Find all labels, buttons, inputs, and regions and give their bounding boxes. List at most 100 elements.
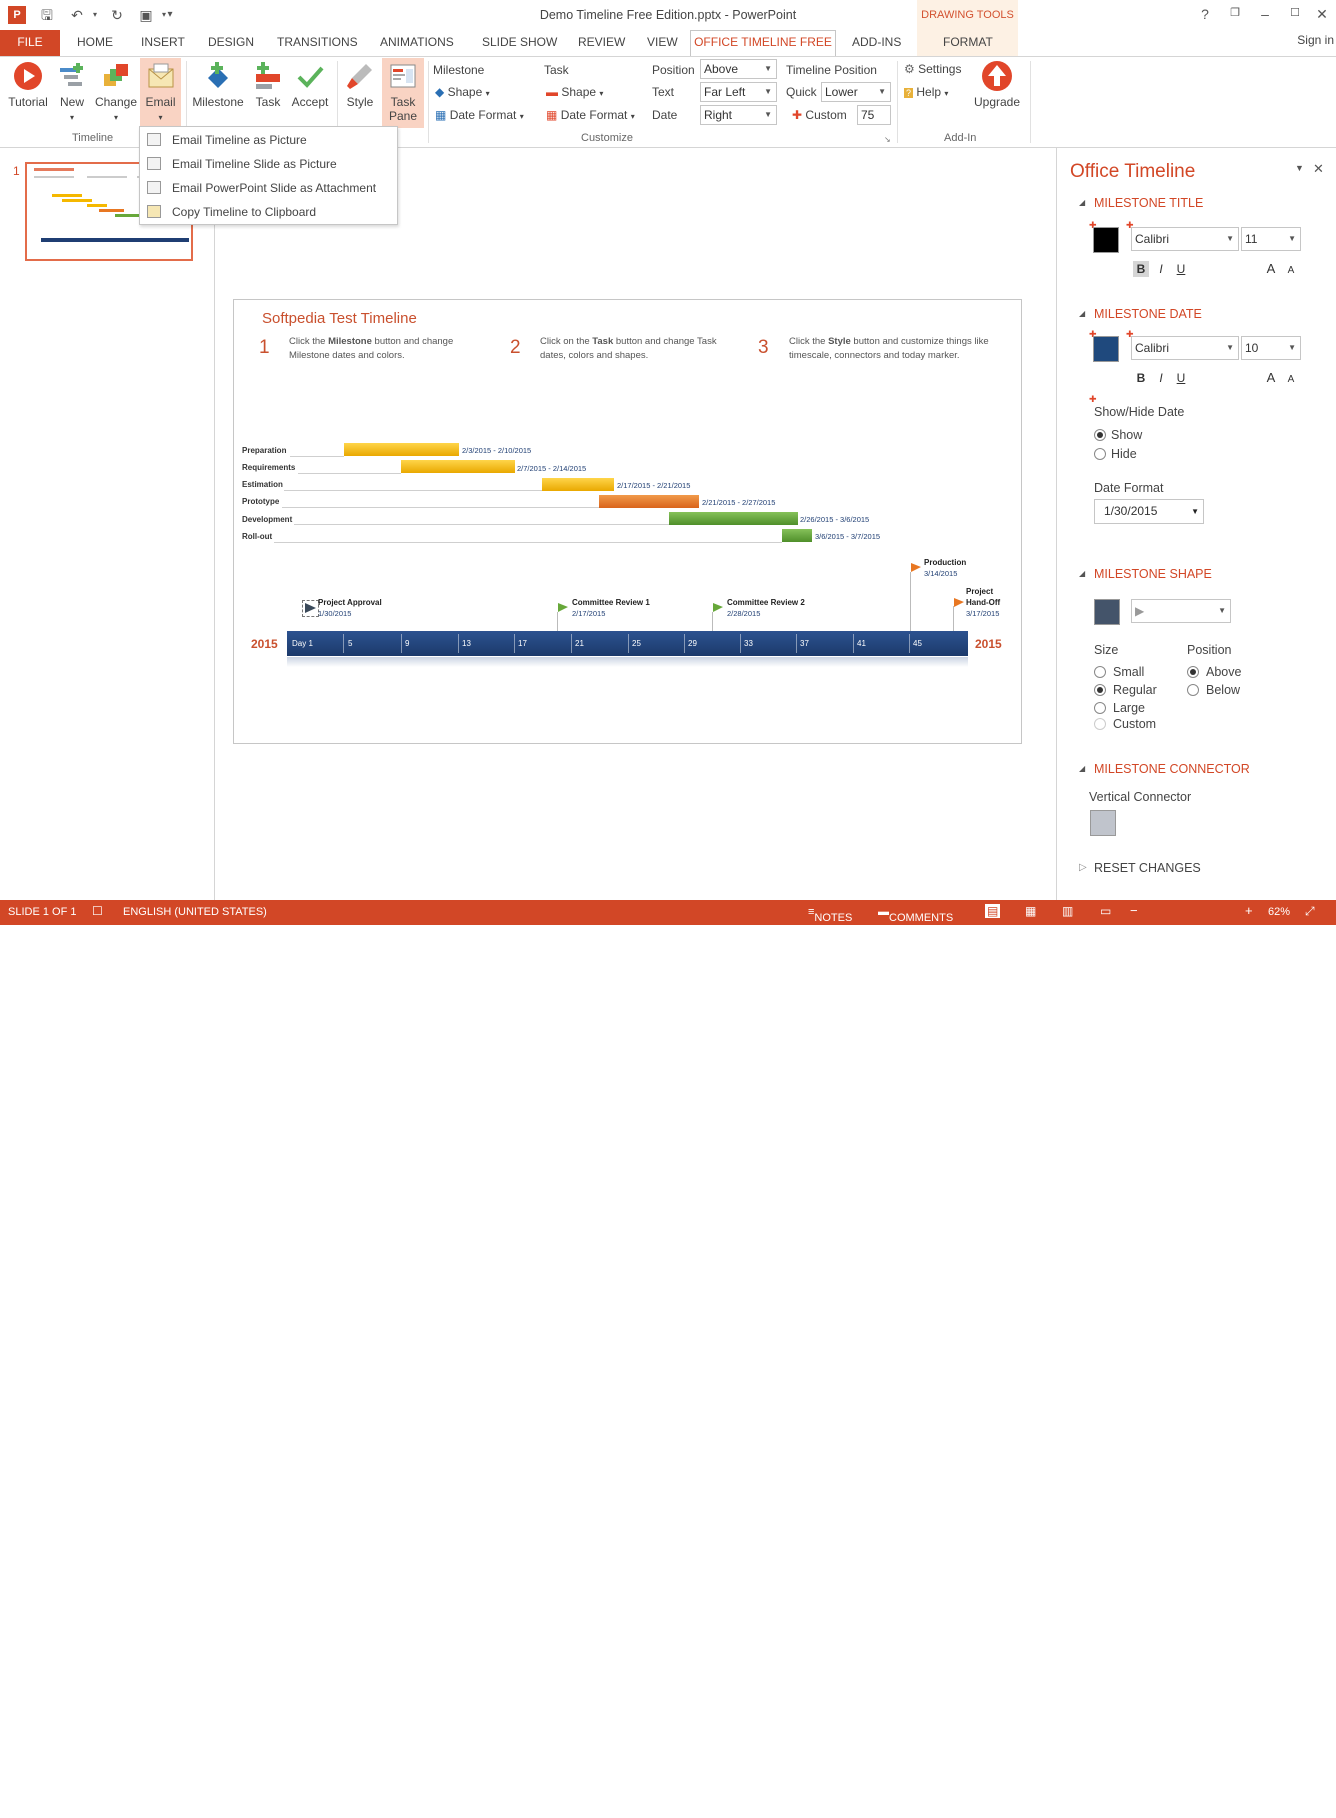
tab-review[interactable]: REVIEW — [578, 35, 625, 49]
ribbon-display-options-icon[interactable]: ❐ — [1225, 6, 1245, 19]
title-size-combo[interactable]: 11 ▼ — [1241, 227, 1301, 251]
fit-slide-icon[interactable]: ⤢ — [1305, 904, 1315, 919]
quick-position-combo[interactable]: Lower ▼ — [821, 82, 891, 102]
tab-animations[interactable]: ANIMATIONS — [380, 35, 454, 49]
task-bar[interactable] — [599, 495, 699, 508]
menu-item-email-slide-picture[interactable]: Email Timeline Slide as Picture — [140, 152, 397, 176]
reading-view-icon[interactable]: ▥ — [1062, 904, 1073, 918]
milestone-flag-icon[interactable] — [712, 602, 724, 614]
date-color-swatch[interactable] — [1093, 336, 1119, 362]
underline-button[interactable]: U — [1173, 370, 1189, 386]
minimize-icon[interactable]: – — [1255, 6, 1275, 22]
style-button[interactable]: Style — [340, 60, 380, 109]
tab-file[interactable]: FILE — [0, 30, 60, 56]
italic-button[interactable]: I — [1153, 261, 1169, 277]
shrink-font-button[interactable]: A — [1283, 372, 1299, 388]
tab-transitions[interactable]: TRANSITIONS — [277, 35, 358, 49]
change-template-button[interactable]: Change ▾ — [92, 60, 140, 123]
bold-button[interactable]: B — [1133, 370, 1149, 386]
spell-check-icon[interactable]: ☐ — [92, 904, 103, 918]
task-shape-button[interactable]: ▬ Shape ▾ — [546, 85, 603, 99]
normal-view-icon[interactable]: ▤ — [985, 904, 1001, 918]
milestone-label[interactable]: Committee Review 1 — [572, 597, 650, 608]
zoom-in-icon[interactable]: + — [1245, 903, 1253, 918]
hide-date-radio[interactable] — [1094, 448, 1106, 460]
add-milestone-button[interactable]: Milestone — [190, 60, 246, 109]
collapse-icon[interactable]: ◢ — [1079, 309, 1085, 318]
custom-position-input[interactable]: 75 — [857, 105, 891, 125]
dialog-launcher-icon[interactable]: ↘ — [884, 135, 891, 144]
milestone-flag-icon[interactable] — [953, 597, 965, 609]
task-label[interactable]: Prototype — [242, 497, 279, 506]
expand-icon[interactable]: ▷ — [1079, 862, 1087, 873]
show-date-radio[interactable] — [1094, 429, 1106, 441]
section-milestone-shape[interactable]: MILESTONE SHAPE — [1094, 567, 1212, 581]
milestone-flag-icon[interactable] — [557, 602, 569, 614]
pane-options-icon[interactable]: ▼ — [1295, 163, 1304, 173]
shape-color-swatch[interactable] — [1094, 599, 1120, 625]
text-position-combo[interactable]: Far Left ▼ — [700, 82, 777, 102]
menu-item-email-timeline-picture[interactable]: Email Timeline as Picture — [140, 128, 397, 152]
task-bar[interactable] — [401, 460, 515, 473]
collapse-icon[interactable]: ◢ — [1079, 198, 1085, 207]
position-combo[interactable]: Above ▼ — [700, 59, 777, 79]
task-bar[interactable] — [782, 529, 812, 542]
zoom-out-icon[interactable]: − — [1130, 903, 1138, 918]
tab-view[interactable]: VIEW — [647, 35, 678, 49]
task-date-format-button[interactable]: ▦ Date Format ▾ — [546, 108, 635, 122]
language-indicator[interactable]: ENGLISH (UNITED STATES) — [123, 906, 267, 918]
zoom-slider-thumb[interactable] — [1170, 1806, 1173, 1818]
collapse-icon[interactable]: ◢ — [1079, 569, 1085, 578]
comments-button[interactable]: ▬ COMMENTS — [878, 906, 953, 924]
section-milestone-title[interactable]: MILESTONE TITLE — [1094, 196, 1203, 210]
shrink-font-button[interactable]: A — [1283, 263, 1299, 279]
title-font-combo[interactable]: Calibri ▼ — [1131, 227, 1239, 251]
close-icon[interactable]: ✕ — [1312, 6, 1332, 23]
date-font-combo[interactable]: Calibri ▼ — [1131, 336, 1239, 360]
zoom-slider-track[interactable] — [1143, 1812, 1240, 1813]
section-milestone-date[interactable]: MILESTONE DATE — [1094, 307, 1202, 321]
task-label[interactable]: Development — [242, 515, 292, 524]
milestone-flag-icon[interactable] — [303, 602, 317, 616]
task-label[interactable]: Preparation — [242, 446, 286, 455]
maximize-icon[interactable]: ☐ — [1285, 6, 1305, 19]
position-below-radio[interactable] — [1187, 684, 1199, 696]
task-label[interactable]: Roll-out — [242, 532, 272, 541]
milestone-label[interactable]: Hand-Off — [966, 597, 1000, 608]
help-menu-button[interactable]: ? Help ▾ — [904, 85, 948, 99]
task-label[interactable]: Requirements — [242, 463, 295, 472]
size-regular-radio[interactable] — [1094, 684, 1106, 696]
zoom-level[interactable]: 62% — [1268, 906, 1290, 918]
underline-button[interactable]: U — [1173, 261, 1189, 277]
notes-button[interactable]: ≡ NOTES — [808, 906, 852, 924]
task-bar[interactable] — [669, 512, 798, 525]
section-milestone-connector[interactable]: MILESTONE CONNECTOR — [1094, 762, 1250, 776]
milestone-flag-icon[interactable] — [910, 562, 922, 574]
position-above-radio[interactable] — [1187, 666, 1199, 678]
settings-button[interactable]: ⚙ Settings — [904, 62, 961, 76]
connector-color-swatch[interactable] — [1090, 810, 1116, 836]
milestone-label[interactable]: Production — [924, 557, 966, 568]
slide-indicator[interactable]: SLIDE 1 OF 1 — [8, 906, 76, 918]
reset-changes-button[interactable]: RESET CHANGES — [1094, 861, 1201, 875]
grow-font-button[interactable]: A — [1263, 261, 1279, 277]
tab-format[interactable]: FORMAT — [943, 35, 993, 49]
pane-close-icon[interactable]: ✕ — [1313, 161, 1324, 177]
tab-slide-show[interactable]: SLIDE SHOW — [482, 35, 557, 49]
size-large-radio[interactable] — [1094, 702, 1106, 714]
slide-title[interactable]: Softpedia Test Timeline — [262, 310, 417, 327]
shape-style-combo[interactable]: ▶ ▼ — [1131, 599, 1231, 623]
slideshow-view-icon[interactable]: ▭ — [1100, 904, 1111, 918]
title-color-swatch[interactable] — [1093, 227, 1119, 253]
tab-add-ins[interactable]: ADD-INS — [852, 35, 901, 49]
size-custom-radio[interactable] — [1094, 718, 1106, 730]
slide-canvas[interactable]: Softpedia Test Timeline 1 Click the Mile… — [233, 299, 1022, 744]
task-bar[interactable] — [344, 443, 459, 456]
italic-button[interactable]: I — [1153, 370, 1169, 386]
date-format-combo[interactable]: 1/30/2015 ▼ — [1094, 499, 1204, 524]
sign-in-link[interactable]: Sign in — [1297, 33, 1334, 47]
add-task-button[interactable]: Task — [250, 60, 286, 109]
date-size-combo[interactable]: 10 ▼ — [1241, 336, 1301, 360]
milestone-shape-button[interactable]: ◆ Shape ▾ — [435, 85, 490, 99]
email-button[interactable]: Email ▾ — [140, 58, 181, 126]
